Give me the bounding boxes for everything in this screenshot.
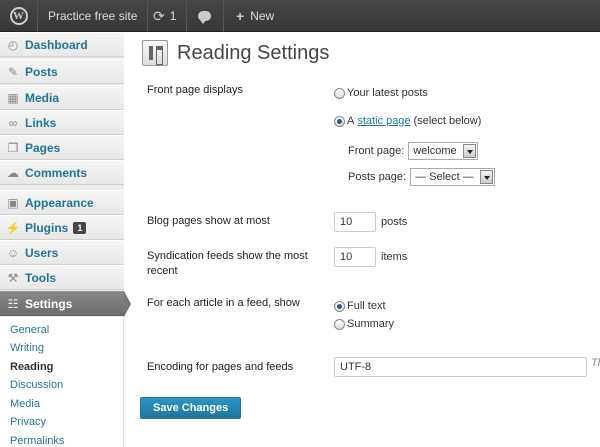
latest-posts-label: Your latest posts <box>347 87 428 99</box>
plugins-update-badge: 1 <box>73 221 87 234</box>
submenu-permalinks[interactable]: Permalinks <box>0 432 123 447</box>
refresh-icon: ⟳ <box>153 7 165 24</box>
pin-icon: ✎ <box>7 64 19 79</box>
media-icon: ▦ <box>7 90 19 105</box>
sidebar-item-links[interactable]: ∞ Links <box>0 110 124 135</box>
chevron-down-icon <box>479 170 493 184</box>
chevron-down-icon <box>462 144 476 158</box>
sidebar-item-dashboard[interactable]: ◴ Dashboard <box>0 32 124 57</box>
admin-sidebar: ◴ Dashboard ✎ Posts ▦ Media ∞ Links ❐ Pa… <box>0 32 124 447</box>
sidebar-item-label: Tools <box>25 270 57 285</box>
blog-pages-input[interactable]: 10 <box>334 212 376 232</box>
sidebar-item-appearance[interactable]: ▣ Appearance <box>0 190 124 215</box>
full-text-option[interactable]: Full text <box>334 300 386 312</box>
submenu-discussion[interactable]: Discussion <box>0 376 123 395</box>
sidebar-item-label: Users <box>25 245 59 260</box>
submenu-privacy[interactable]: Privacy <box>0 413 123 432</box>
posts-page-select[interactable]: — Select — <box>410 168 495 186</box>
submenu-media[interactable]: Media <box>0 395 123 414</box>
encoding-description: Th <box>591 357 600 369</box>
encoding-label: Encoding for pages and feeds <box>147 361 294 373</box>
sidebar-item-tools[interactable]: ⚒ Tools <box>0 265 124 290</box>
syndication-feeds-label: Syndication feeds show the most recent <box>147 249 308 279</box>
sidebar-item-settings[interactable]: ☷ Settings <box>0 291 124 316</box>
full-text-radio[interactable] <box>334 300 345 312</box>
plus-icon: + <box>236 8 245 24</box>
posts-page-select-label: Posts page: <box>348 171 407 183</box>
sidebar-item-label: Comments <box>25 165 88 180</box>
users-icon: ☺ <box>6 245 20 260</box>
wordpress-logo-button[interactable]: W <box>0 0 38 32</box>
updates-button[interactable]: ⟳ 1 <box>145 0 188 32</box>
static-page-option[interactable]: A static page (select below) <box>334 115 481 127</box>
comment-bubble-icon <box>198 11 211 24</box>
settings-page-icon <box>142 40 168 66</box>
article-feed-label: For each article in a feed, show <box>147 297 300 309</box>
submenu-reading[interactable]: Reading <box>0 358 123 377</box>
submenu-writing[interactable]: Writing <box>0 339 123 358</box>
feeds-unit: items <box>381 251 408 263</box>
save-changes-button[interactable]: Save Changes <box>140 397 242 419</box>
blog-pages-row: 10 posts <box>334 212 407 232</box>
posts-page-select-row: Posts page: — Select — <box>348 168 495 186</box>
front-page-label: Front page displays <box>147 84 243 96</box>
feeds-input[interactable]: 10 <box>334 247 376 267</box>
sidebar-item-users[interactable]: ☺ Users <box>0 240 124 265</box>
wordpress-icon: W <box>9 7 28 25</box>
link-icon: ∞ <box>8 115 18 130</box>
pages-icon: ❐ <box>7 140 19 155</box>
updates-count: 1 <box>169 9 177 23</box>
tools-icon: ⚒ <box>7 270 19 285</box>
sidebar-item-pages[interactable]: ❐ Pages <box>0 135 124 160</box>
sidebar-item-label: Dashboard <box>25 37 88 52</box>
new-content-button[interactable]: + New <box>224 0 274 32</box>
sidebar-item-label: Appearance <box>25 195 94 210</box>
page-title: Reading Settings <box>177 42 330 64</box>
full-text-label: Full text <box>347 300 386 312</box>
front-page-select-label: Front page: <box>348 145 405 157</box>
settings-form: Reading Settings Front page displays You… <box>125 32 600 447</box>
sidebar-item-media[interactable]: ▦ Media <box>0 85 124 110</box>
feeds-label-line1: Syndication feeds show the most <box>147 250 308 262</box>
posts-page-select-value: — Select — <box>415 171 474 183</box>
admin-bar: W Practice free site ⟳ 1 + New <box>0 0 600 32</box>
sidebar-item-comments[interactable]: ☁ Comments <box>0 160 124 185</box>
sidebar-item-label: Links <box>25 115 57 130</box>
front-page-select-row: Front page: welcome <box>348 142 478 160</box>
front-page-select-value: welcome <box>413 145 457 157</box>
sidebar-item-plugins[interactable]: ⚡ Plugins 1 <box>0 215 124 240</box>
site-name-link[interactable]: Practice free site <box>40 0 149 32</box>
settings-submenu: General Writing Reading Discussion Media… <box>0 317 124 447</box>
feeds-label-line2: recent <box>147 265 178 277</box>
settings-icon: ☷ <box>7 296 19 311</box>
new-label: New <box>250 9 275 23</box>
sidebar-item-label: Settings <box>25 296 73 311</box>
blog-pages-unit: posts <box>381 216 408 228</box>
comments-button[interactable] <box>188 0 224 32</box>
summary-option[interactable]: Summary <box>334 318 394 330</box>
sidebar-item-label: Media <box>25 90 60 105</box>
latest-posts-option[interactable]: Your latest posts <box>334 87 428 99</box>
sidebar-item-posts[interactable]: ✎ Posts <box>0 59 124 84</box>
summary-radio[interactable] <box>334 318 345 330</box>
feeds-row: 10 items <box>334 247 407 267</box>
dashboard-icon: ◴ <box>7 37 19 52</box>
sidebar-item-label: Posts <box>25 64 58 79</box>
plugin-icon: ⚡ <box>5 220 21 235</box>
blog-pages-label: Blog pages show at most <box>147 215 270 227</box>
appearance-icon: ▣ <box>7 195 19 210</box>
static-page-prefix: A <box>347 115 355 127</box>
encoding-row: UTF-8 <box>334 357 587 377</box>
submenu-general[interactable]: General <box>0 317 123 339</box>
static-page-link[interactable]: static page <box>357 115 410 127</box>
comment-icon: ☁ <box>7 165 19 180</box>
summary-label: Summary <box>347 318 395 330</box>
latest-posts-radio[interactable] <box>334 87 345 99</box>
sidebar-item-label: Pages <box>25 140 61 155</box>
sidebar-item-label: Plugins <box>25 220 69 235</box>
front-page-select[interactable]: welcome <box>408 142 478 160</box>
encoding-input[interactable]: UTF-8 <box>334 357 587 377</box>
static-page-radio[interactable] <box>334 115 345 127</box>
static-page-suffix: (select below) <box>413 115 482 127</box>
